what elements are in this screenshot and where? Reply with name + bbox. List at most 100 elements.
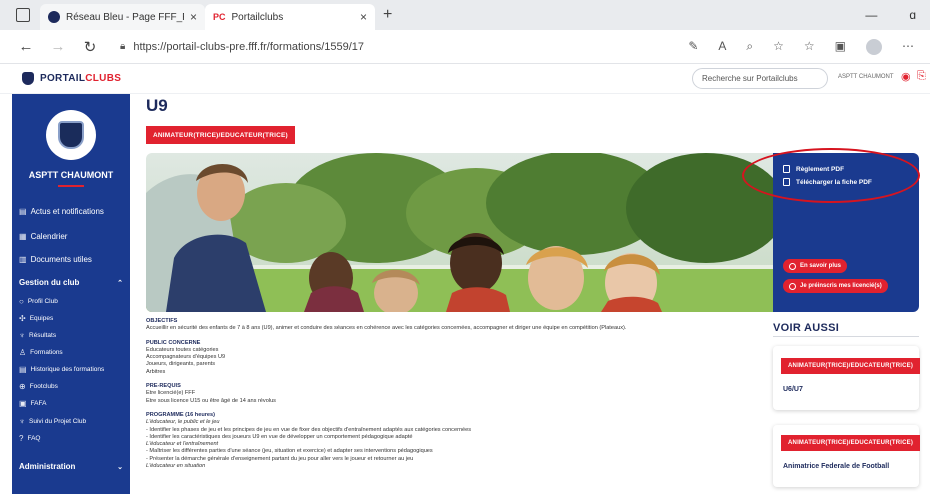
help-icon: ? bbox=[19, 434, 24, 443]
lock-icon[interactable]: 🔒︎ bbox=[120, 41, 125, 52]
more-icon[interactable]: ⋯ bbox=[902, 39, 914, 55]
logout-icon[interactable]: ⎘ bbox=[917, 70, 926, 83]
sidebar-section-gestion[interactable]: Gestion du club ⌃ bbox=[19, 278, 123, 287]
formation-description: OBJECTIFS Accueillir en sécurité des enf… bbox=[146, 318, 766, 470]
section-line: - Identifier les phases de jeu et les pr… bbox=[146, 426, 472, 433]
sidebar-item-calendrier[interactable]: ▦ Calendrier bbox=[19, 232, 67, 241]
calendar-icon: ▦ bbox=[19, 232, 27, 241]
browser-tab[interactable]: Réseau Bleu - Page FFF_PRIVATE × bbox=[40, 4, 205, 30]
en-savoir-plus-button[interactable]: En savoir plus bbox=[783, 259, 848, 273]
sidebar: ASPTT CHAUMONT ▤ Actus et notifications ▦… bbox=[12, 94, 130, 494]
category-badge: ANIMATEUR(TRICE)/EDUCATEUR(TRICE) bbox=[781, 435, 921, 451]
profile-avatar[interactable] bbox=[866, 38, 882, 55]
minimize-icon[interactable]: — bbox=[865, 8, 877, 22]
sidebar-item-label: Historique des formations bbox=[30, 366, 105, 373]
portailclubs-logo[interactable]: PORTAIL CLUBS bbox=[22, 72, 121, 85]
teams-icon: ✣ bbox=[19, 314, 26, 323]
section-heading: PROGRAMME (16 heures) bbox=[146, 411, 216, 418]
sidebar-item-label: Formations bbox=[30, 349, 63, 356]
sidebar-item-actus[interactable]: ▤ Actus et notifications bbox=[19, 207, 104, 216]
section-line: - Identifier les caractéristiques des jo… bbox=[146, 433, 413, 440]
related-formation-card[interactable]: ANIMATEUR(TRICE)/EDUCATEUR(TRICE) U6/U7 bbox=[773, 346, 921, 410]
browser-tab-bar: Réseau Bleu - Page FFF_PRIVATE × PC Port… bbox=[0, 0, 930, 30]
forward-icon[interactable]: → bbox=[42, 38, 74, 55]
sidebar-item-label: Footclubs bbox=[29, 383, 58, 390]
address-bar: ← → ↻ 🔒︎ https://portail-clubs-pre.fff.f… bbox=[0, 30, 930, 64]
section-line: Accompagnateurs d'équipes U9 bbox=[146, 354, 226, 361]
section-line: L'éducateur et l'entraînement bbox=[146, 441, 219, 448]
section-line: Etre licencié(e) FFF bbox=[146, 390, 196, 397]
section-line: Accueillir en sécurité des enfants de 7 … bbox=[146, 325, 627, 332]
shield-icon bbox=[22, 72, 34, 85]
sidebar-item-label: Documents utiles bbox=[30, 255, 92, 264]
user-icon[interactable]: ◉ bbox=[901, 70, 911, 83]
sidebar-item-projet-club[interactable]: ♆ Suivi du Projet Club bbox=[19, 417, 86, 426]
sidebar-item-documents[interactable]: ▥ Documents utiles bbox=[19, 255, 92, 264]
sidebar-item-label: Equipes bbox=[29, 315, 54, 322]
page-title: U9 bbox=[146, 96, 168, 115]
zoom-icon[interactable]: ⌕ bbox=[746, 39, 753, 55]
profile-icon: ○ bbox=[19, 297, 24, 306]
sidebar-item-historique[interactable]: ▤ Historique des formations bbox=[19, 365, 104, 374]
divider bbox=[773, 336, 919, 337]
hero-image bbox=[146, 153, 773, 312]
arrow-circle-icon bbox=[789, 282, 796, 290]
section-line: - Présenter la démarche générale d'ensei… bbox=[146, 455, 414, 462]
sidebar-item-label: Actus et notifications bbox=[30, 207, 104, 216]
restore-icon[interactable]: ɑ bbox=[909, 8, 916, 22]
sidebar-item-footclubs[interactable]: ⊕ Footclubs bbox=[19, 382, 58, 391]
trophy-icon: ♆ bbox=[19, 417, 25, 426]
chevron-down-icon: ⌄ bbox=[117, 463, 123, 471]
url-field[interactable]: https://portail-clubs-pre.fff.fr/formati… bbox=[133, 41, 688, 53]
section-title: Administration bbox=[19, 462, 76, 471]
sidebar-section-administration[interactable]: Administration ⌄ bbox=[19, 462, 123, 471]
section-heading: PUBLIC CONCERNE bbox=[146, 339, 201, 346]
refresh-icon[interactable]: ↻ bbox=[74, 38, 106, 56]
sidebar-item-resultats[interactable]: ♆ Résultats bbox=[19, 331, 56, 340]
sidebar-item-label: FAQ bbox=[27, 435, 41, 442]
sidebar-item-fafa[interactable]: ▣ FAFA bbox=[19, 399, 46, 408]
browser-tab-active[interactable]: PC Portailclubs × bbox=[205, 4, 375, 30]
related-formation-card[interactable]: ANIMATEUR(TRICE)/EDUCATEUR(TRICE) Animat… bbox=[773, 425, 921, 487]
sidebar-item-formations[interactable]: ♙ Formations bbox=[19, 348, 63, 357]
hero-photo-illustration bbox=[146, 153, 773, 312]
card-title: U6/U7 bbox=[783, 386, 803, 393]
tab-favicon-icon: PC bbox=[213, 12, 226, 22]
sidebar-item-equipes[interactable]: ✣ Equipes bbox=[19, 314, 53, 323]
search-input[interactable]: Recherche sur Portailclubs bbox=[692, 68, 828, 89]
sidebar-item-label: Calendrier bbox=[30, 232, 68, 241]
sidebar-item-label: FAFA bbox=[30, 400, 47, 407]
read-aloud-icon[interactable]: A bbox=[718, 39, 726, 55]
section-line: Etre sous licence U15 ou être âgé de 14 … bbox=[146, 397, 276, 404]
chevron-up-icon: ⌃ bbox=[117, 279, 123, 287]
section-line: Arbitres bbox=[146, 368, 166, 375]
section-heading: PRE-REQUIS bbox=[146, 383, 181, 390]
fafa-icon: ▣ bbox=[19, 399, 27, 408]
app-header: PORTAIL CLUBS Recherche sur Portailclubs … bbox=[0, 64, 930, 94]
preinscription-button[interactable]: Je préinscris mes licencié(s) bbox=[783, 279, 888, 293]
arrow-circle-icon bbox=[789, 262, 796, 270]
person-icon: ♙ bbox=[19, 348, 27, 357]
sidebar-item-label: Résultats bbox=[29, 332, 57, 339]
back-icon[interactable]: ← bbox=[10, 38, 42, 55]
section-line: - Maîtriser les différentes parties d'un… bbox=[146, 448, 433, 455]
logo-text-part2: CLUBS bbox=[85, 73, 122, 84]
tab-close-icon[interactable]: × bbox=[190, 10, 197, 24]
collections-icon[interactable]: ▣ bbox=[835, 39, 846, 55]
new-tab-icon[interactable]: + bbox=[383, 6, 392, 24]
ball-icon: ⊕ bbox=[19, 382, 26, 391]
favorite-icon[interactable]: ☆ bbox=[773, 39, 784, 55]
sidebar-item-faq[interactable]: ? FAQ bbox=[19, 434, 40, 443]
section-line: L'éducateur en situation bbox=[146, 463, 206, 470]
history-icon: ▤ bbox=[19, 365, 27, 374]
sidebar-item-profil[interactable]: ○ Profil Club bbox=[19, 297, 58, 306]
tab-actions-icon[interactable] bbox=[16, 8, 30, 22]
pen-icon[interactable]: ✎ bbox=[688, 39, 698, 55]
favorites-icon[interactable]: ☆ bbox=[804, 39, 815, 55]
section-line: Joueurs, dirigeants, parents bbox=[146, 361, 216, 368]
tab-close-icon[interactable]: × bbox=[360, 10, 367, 24]
category-badge: ANIMATEUR(TRICE)/EDUCATEUR(TRICE) bbox=[146, 126, 295, 144]
tab-title: Portailclubs bbox=[231, 11, 284, 23]
section-heading: OBJECTIFS bbox=[146, 318, 178, 324]
user-name[interactable]: ASPTT CHAUMONT bbox=[838, 74, 894, 80]
